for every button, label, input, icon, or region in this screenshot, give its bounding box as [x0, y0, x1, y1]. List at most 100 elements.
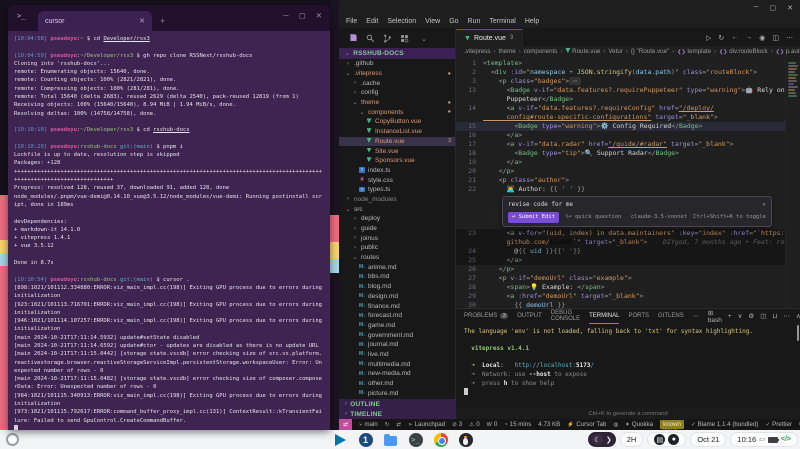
- panel-tab-ports[interactable]: PORTS: [628, 309, 649, 323]
- status-item[interactable]: ↻: [385, 422, 390, 428]
- code-line[interactable]: 21 <p class="author">: [456, 176, 786, 185]
- tree-item-picture-md[interactable]: M↓picture.md: [339, 388, 455, 398]
- breadcrumb-item[interactable]: ❮❯ p.author: [776, 48, 800, 55]
- new-terminal-icon[interactable]: +: [728, 313, 732, 320]
- code-line[interactable]: 18 <Badge type="tip">🔍 Support Radar</Ba…: [456, 149, 786, 158]
- sync-icon[interactable]: ↻: [718, 34, 724, 42]
- status-item-15-mins[interactable]: ◔15 mins: [504, 421, 531, 428]
- tab-close-icon[interactable]: ✕: [139, 17, 145, 25]
- tree-item-other-md[interactable]: M↓other.md: [339, 379, 455, 389]
- tree-item-finance-md[interactable]: M↓finance.md: [339, 301, 455, 311]
- extensions-icon[interactable]: [400, 34, 409, 43]
- code-line[interactable]: 23 <a v-for="(uid, index) in data.mainta…: [456, 229, 786, 238]
- tree-item-government-md[interactable]: M↓government.md: [339, 330, 455, 340]
- close-icon[interactable]: ✕: [316, 11, 322, 20]
- breadcrumb-item[interactable]: .vitepress: [464, 48, 490, 55]
- minimize-icon[interactable]: ─: [754, 4, 759, 12]
- status-item-main[interactable]: ⑂main: [359, 421, 378, 428]
- code-line[interactable]: 1<template>: [456, 59, 786, 68]
- menu-item-file[interactable]: File: [346, 18, 357, 25]
- timeline-section[interactable]: › TIMELINE: [339, 409, 455, 419]
- maximize-icon[interactable]: ▢: [299, 11, 306, 20]
- panel-tab-⋯[interactable]: ⋯: [693, 309, 699, 323]
- panel-tab-gitlens[interactable]: GITLENS: [658, 309, 684, 323]
- tree-item-index-ts[interactable]: Tindex.ts: [339, 166, 455, 176]
- code-line[interactable]: 24 @{{ uid }}{{' '}}: [456, 247, 786, 256]
- code-line[interactable]: 29 <a :href="demoUrl" target="_blank">: [456, 292, 786, 301]
- search-icon[interactable]: [366, 34, 375, 43]
- tree-item-node_modules[interactable]: ›node_modules: [339, 195, 455, 205]
- minimize-icon[interactable]: ─: [283, 11, 288, 20]
- chevron-down-icon[interactable]: ∨: [738, 312, 743, 320]
- menu-item-run[interactable]: Run: [468, 18, 481, 25]
- new-tab-icon[interactable]: +: [160, 16, 165, 26]
- play-store-icon[interactable]: [333, 432, 348, 447]
- code-line[interactable]: 19 </a>: [456, 158, 786, 167]
- terminal-output[interactable]: [10:04:58] pseudoyu:~ $ cd Developer/rss…: [8, 31, 330, 430]
- trash-icon[interactable]: ⊔: [772, 312, 777, 320]
- code-line[interactable]: 17 <a v-if="data.radar" href="/guide/#ra…: [456, 140, 786, 149]
- status-item[interactable]: ◍: [613, 422, 618, 428]
- menu-item-view[interactable]: View: [425, 18, 440, 25]
- tree-item-src[interactable]: ⌄src: [339, 204, 455, 214]
- tree-item-forecast-md[interactable]: M↓forecast.md: [339, 311, 455, 321]
- tree-item-InstanceList-vue[interactable]: InstanceList.vue: [339, 127, 455, 137]
- battery-time-pill[interactable]: 2H: [620, 432, 644, 447]
- menu-item-edit[interactable]: Edit: [366, 18, 378, 25]
- tree-item-style-css[interactable]: #style.css: [339, 175, 455, 185]
- code-editor[interactable]: 1<template>2 <div :id="namespace + JSON.…: [456, 57, 800, 308]
- forward-icon[interactable]: →: [745, 34, 752, 42]
- inline-edit-widget[interactable]: revise code for me✕⏎ Submit Edit⌥⏎ quick…: [502, 196, 772, 227]
- tree-item-joinus[interactable]: ›joinus: [339, 233, 455, 243]
- code-line[interactable]: 28 <span>💡 Example: </span>: [456, 283, 786, 292]
- code-line[interactable]: 14 <a v-if="data.features?.requireConfig…: [456, 104, 786, 113]
- terminal-titlebar[interactable]: >_ cursor ✕ + ─ ▢ ✕: [8, 5, 330, 31]
- tree-item-Sponsors-vue[interactable]: Sponsors.vue: [339, 156, 455, 166]
- tree-item-design-md[interactable]: M↓design.md: [339, 292, 455, 302]
- status-item-0[interactable]: W0: [487, 421, 498, 428]
- menu-item-terminal[interactable]: Terminal: [489, 18, 515, 25]
- tree-item-game-md[interactable]: M↓game.md: [339, 321, 455, 331]
- explorer-icon[interactable]: [349, 34, 358, 43]
- panel-tab-problems[interactable]: PROBLEMS3: [464, 309, 508, 323]
- chrome-icon[interactable]: [433, 432, 448, 447]
- status-item-blame-1-1-4-bundled-[interactable]: ✓Blame 1.1.4 (bundled): [691, 421, 759, 428]
- terminal-icon[interactable]: >_: [408, 432, 423, 447]
- tab-route-vue[interactable]: Route.vue 3: [456, 29, 523, 47]
- settings-gear-icon[interactable]: ⚙: [748, 312, 754, 320]
- code-line[interactable]: 2 <div :id="namespace + JSON.stringify(d…: [456, 68, 786, 77]
- tree-item-multimedia-md[interactable]: M↓multimedia.md: [339, 359, 455, 369]
- breadcrumb-item[interactable]: ❮❯ div.routeBlock: [719, 48, 768, 55]
- tree-item-deploy[interactable]: ›deploy: [339, 214, 455, 224]
- onepassword-icon[interactable]: 1: [358, 432, 373, 447]
- tree-item-journal-md[interactable]: M↓journal.md: [339, 340, 455, 350]
- panel-tab-debug-console[interactable]: DEBUG CONSOLE: [551, 309, 580, 323]
- breadcrumb-item[interactable]: Route.vue: [565, 48, 600, 55]
- status-item-cursor-tab[interactable]: ⚡Cursor Tab: [567, 421, 606, 428]
- code-line[interactable]: 26 </p>: [456, 265, 786, 274]
- remote-indicator[interactable]: ⇄: [339, 419, 352, 430]
- tree-item-routes[interactable]: ⌄routes: [339, 253, 455, 263]
- tree-item-types-ts[interactable]: Ttypes.ts: [339, 185, 455, 195]
- code-line[interactable]: 13 <Badge v-if="data.features?.requirePu…: [456, 86, 786, 95]
- tree-item-public[interactable]: ›public: [339, 243, 455, 253]
- phone-hub-button[interactable]: ☾ ❯: [588, 432, 616, 447]
- code-line[interactable]: config#route-specific-configurations" ta…: [456, 113, 786, 122]
- status-item-quokka[interactable]: ✦Quokka: [625, 421, 653, 428]
- status-item[interactable]: ⇄: [396, 422, 401, 428]
- more-actions-icon[interactable]: ⋯: [786, 34, 793, 42]
- tree-item--vitepress[interactable]: ⌄.vitepress●: [339, 69, 455, 79]
- date-pill[interactable]: Oct 21: [690, 432, 726, 447]
- split-editor-icon[interactable]: ◫: [772, 34, 779, 42]
- chevron-down-icon[interactable]: ⌄: [421, 35, 427, 43]
- launcher-button[interactable]: [6, 433, 19, 446]
- code-line[interactable]: 16 </a>: [456, 131, 786, 140]
- status-item-3[interactable]: ⊘3: [452, 421, 462, 428]
- tree-item-CopyButton-vue[interactable]: CopyButton.vue: [339, 117, 455, 127]
- code-line[interactable]: github.com/${uid}`" target="_blank"> DIY…: [456, 238, 786, 247]
- files-icon[interactable]: [383, 432, 398, 447]
- system-tray[interactable]: 10:16 ▭ </>: [730, 432, 798, 447]
- close-icon[interactable]: ✕: [762, 200, 766, 209]
- code-line[interactable]: 30 {{ demoUrl }}: [456, 301, 786, 308]
- code-line[interactable]: 15 <Badge type="warning">⚙️ Config Requi…: [456, 122, 786, 131]
